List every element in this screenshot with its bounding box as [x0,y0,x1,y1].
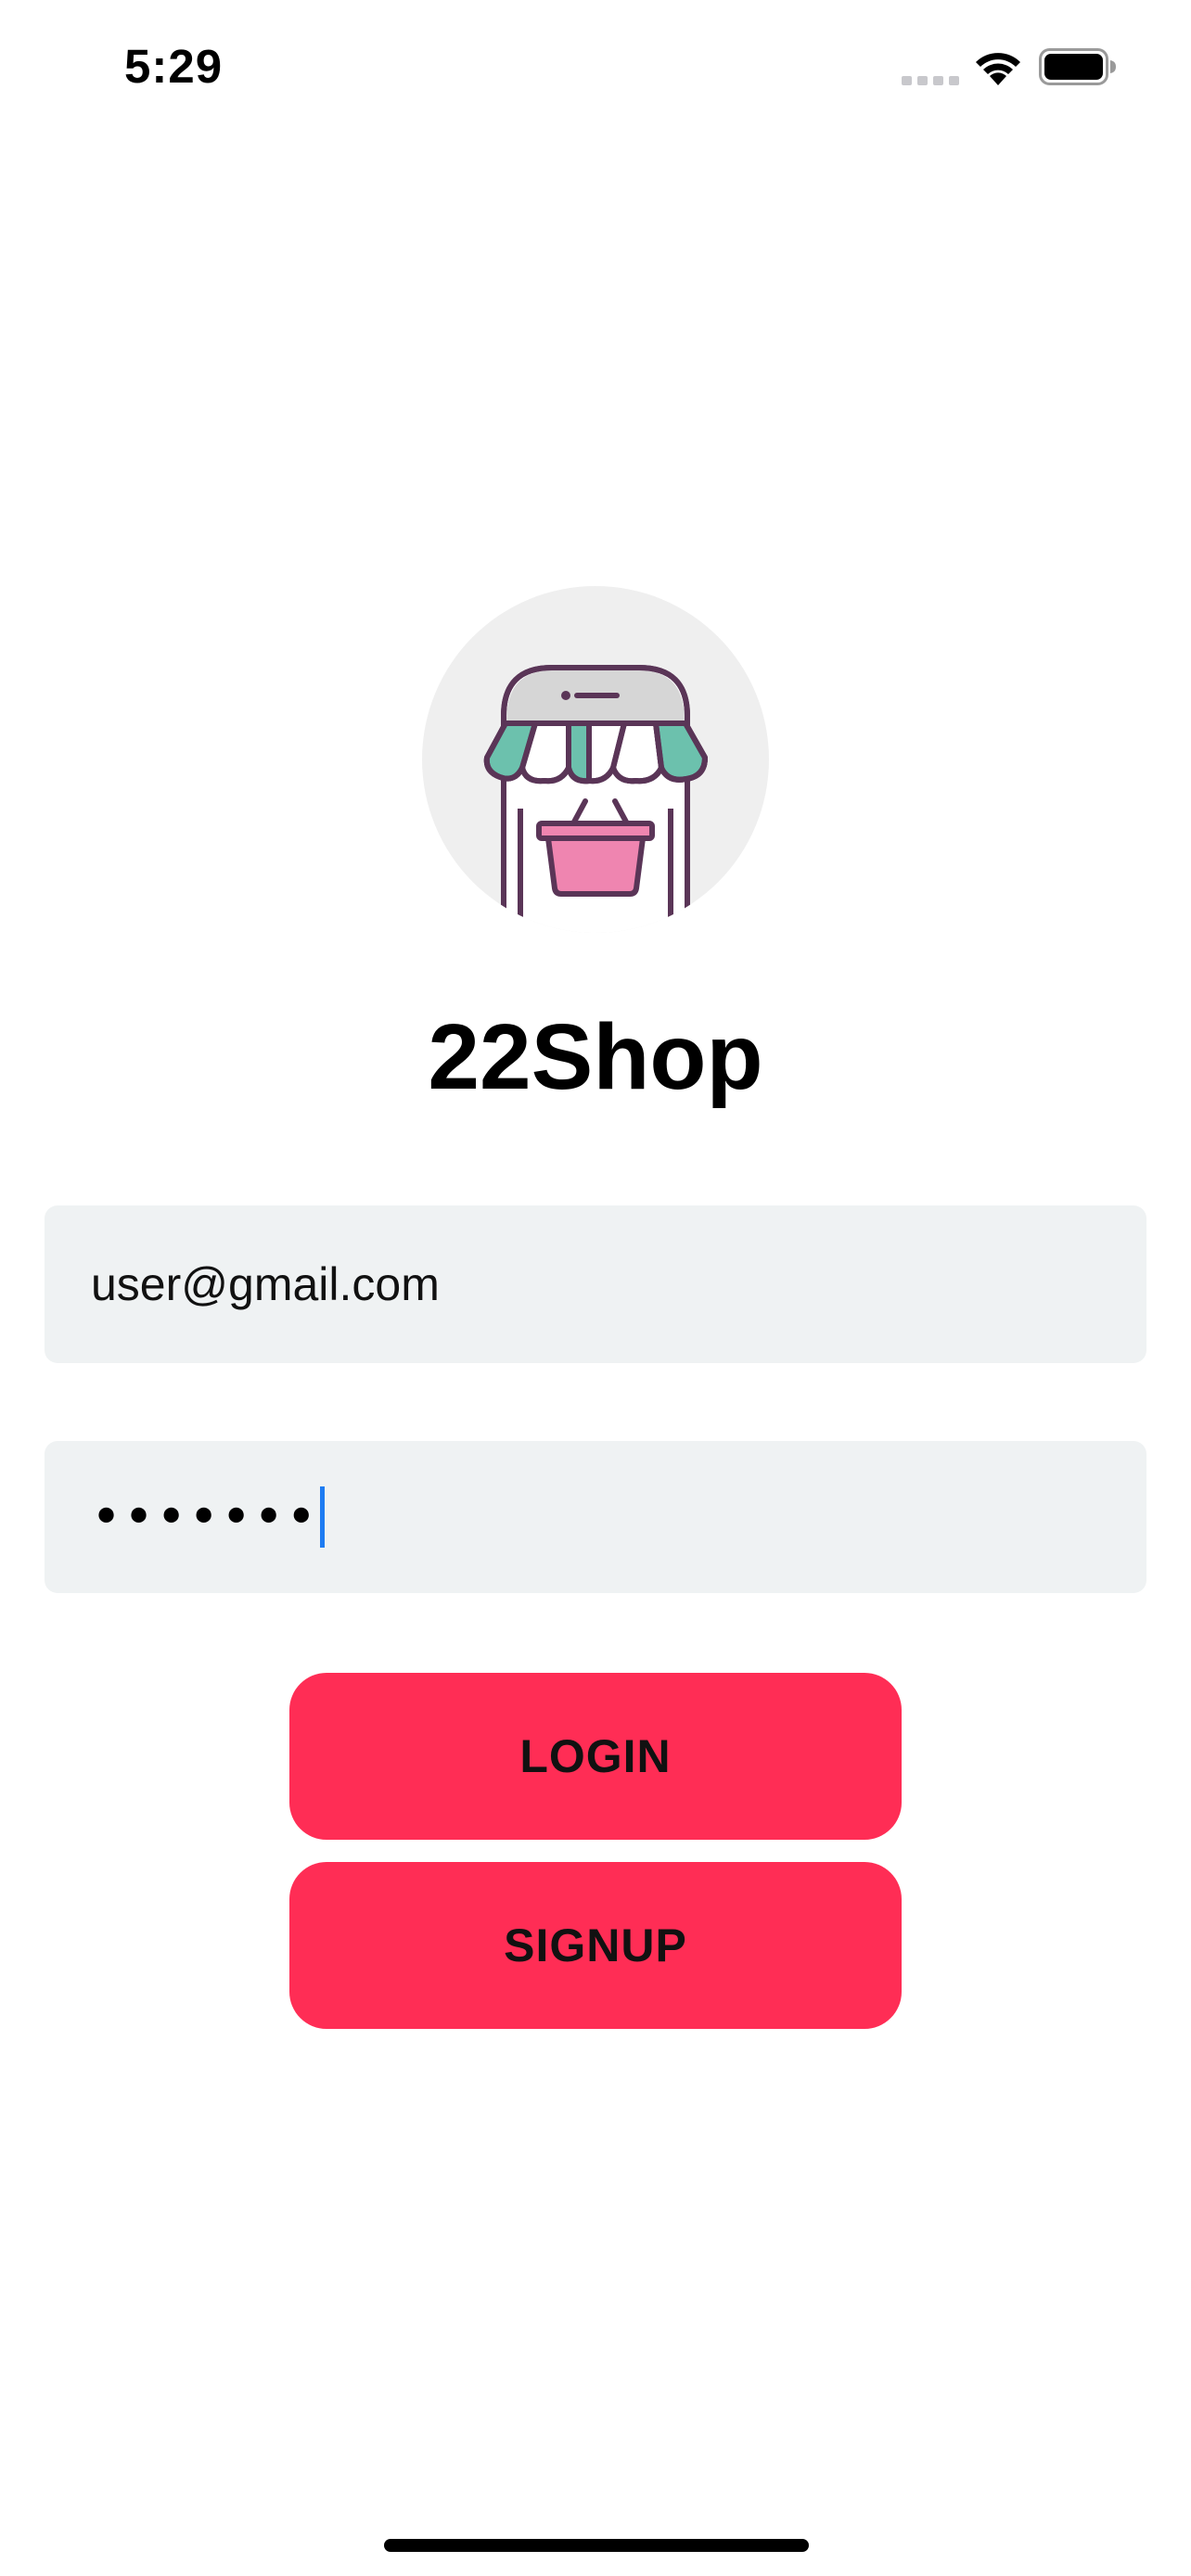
battery-icon [1039,48,1116,85]
status-time: 5:29 [124,40,224,93]
signup-button[interactable]: SIGNUP [289,1862,902,2029]
shop-logo-icon [422,586,769,933]
wifi-icon [976,53,1020,85]
email-value: user@gmail.com [91,1258,440,1310]
home-indicator[interactable] [384,2539,809,2552]
status-bar: 5:29 [0,0,1191,139]
text-cursor [320,1486,326,1548]
password-value: ••••••• [91,1486,319,1548]
cellular-signal-icon [902,76,959,85]
password-field[interactable]: ••••••• [45,1441,1146,1593]
email-field[interactable]: user@gmail.com [45,1205,1146,1363]
app-title: 22Shop [428,1005,763,1109]
login-button[interactable]: LOGIN [289,1673,902,1840]
